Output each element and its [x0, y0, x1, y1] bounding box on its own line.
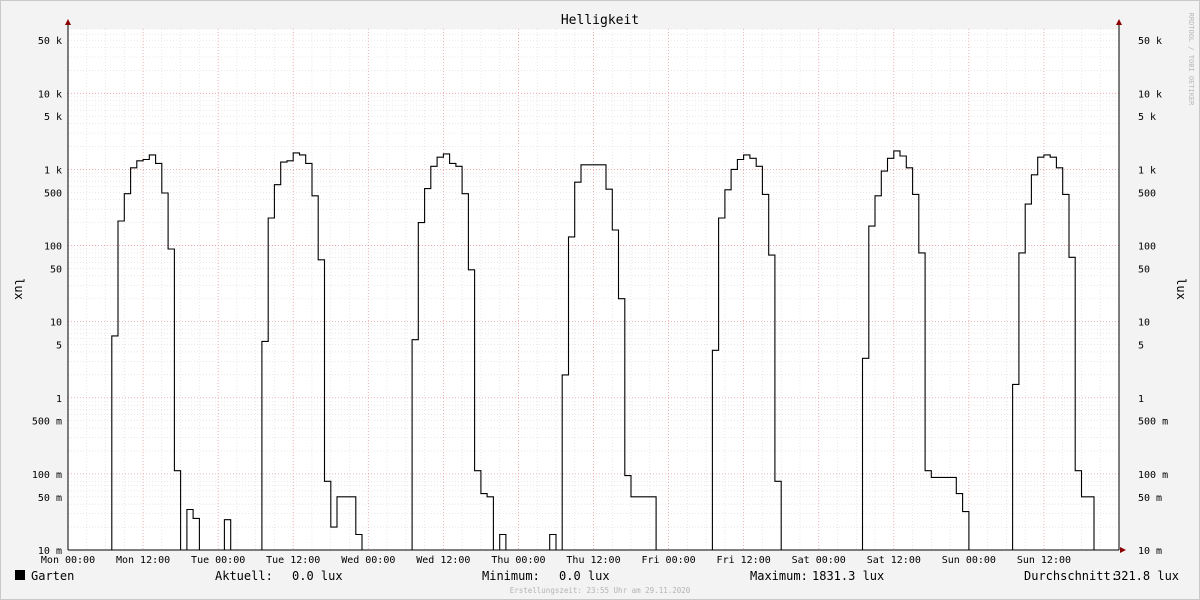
y-tick-label: 10: [1138, 318, 1150, 329]
x-tick-labels: Mon 00:00 Mon 12:00 Tue 00:00 Tue 12:00 Wed …: [41, 555, 1071, 566]
y-tick-labels-left: 10 m50 m100 m500 m1510501005001 k5 k10 k…: [32, 36, 62, 557]
y-tick-label: 10 k: [38, 89, 62, 100]
y-tick-label: 5 k: [1138, 112, 1156, 123]
legend-avg-label: Durchschnitt:: [1024, 569, 1118, 583]
x-tick-label: Thu 00:00: [491, 555, 545, 566]
legend-min-value: 0.0 lux: [559, 569, 610, 583]
legend-series-name: Garten: [31, 569, 74, 583]
y-tick-label: 100: [44, 242, 62, 253]
x-tick-label: Fri 12:00: [717, 555, 771, 566]
y-tick-label: 5: [1138, 341, 1144, 352]
legend-current-label: Aktuell:: [215, 569, 273, 583]
y-tick-label: 50: [50, 264, 62, 275]
x-tick-label: Sat 12:00: [867, 555, 921, 566]
x-tick-label: Tue 12:00: [266, 555, 320, 566]
legend-max-value: 1831.3 lux: [812, 569, 884, 583]
legend-swatch: [15, 570, 25, 580]
y-tick-label: 100: [1138, 242, 1156, 253]
x-tick-label: Thu 12:00: [566, 555, 620, 566]
y-tick-label: 1: [1138, 394, 1144, 405]
y-tick-label: 500: [1138, 188, 1156, 199]
y-tick-label: 10: [50, 318, 62, 329]
chart-canvas: 10 m 50 m 100 m 500 m 1 5 10 50 100 500 1 k 5 k 10 k…: [12, 13, 1195, 595]
x-tick-label: Wed 12:00: [416, 555, 470, 566]
legend-min-label: Minimum:: [482, 569, 540, 583]
y-tick-label: 500 m: [32, 417, 62, 428]
x-tick-label: Sun 00:00: [942, 555, 996, 566]
y-tick-label: 50 k: [38, 36, 62, 47]
y-axis-label-left: lux: [12, 278, 26, 300]
y-tick-label: 5: [56, 341, 62, 352]
x-tick-label: Tue 00:00: [191, 555, 245, 566]
y-tick-label: 100 m: [1138, 470, 1168, 481]
legend-current-value: 0.0 lux: [292, 569, 343, 583]
watermark: RRDTOOL / TOBI OETIKER: [1187, 13, 1195, 107]
y-tick-label: 5 k: [44, 112, 62, 123]
y-tick-label: 100 m: [32, 470, 62, 481]
x-tick-label: Mon 12:00: [116, 555, 170, 566]
y-tick-label: 1 k: [1138, 165, 1156, 176]
y-tick-label: 50 m: [38, 493, 62, 504]
y-axis-arrow-left: [65, 19, 71, 25]
y-tick-label: 10 m: [1138, 546, 1162, 557]
y-tick-label: 10 k: [1138, 89, 1162, 100]
y-tick-label: 1 k: [44, 165, 62, 176]
legend-max-label: Maximum:: [750, 569, 808, 583]
x-tick-label: Wed 00:00: [341, 555, 395, 566]
y-axis-arrow-right: [1116, 19, 1122, 25]
x-tick-label: Sun 12:00: [1017, 555, 1071, 566]
y-tick-label: 50 m: [1138, 493, 1162, 504]
chart-frame: 10 m 50 m 100 m 500 m 1 5 10 50 100 500 1 k 5 k 10 k…: [0, 0, 1200, 600]
x-tick-label: Fri 00:00: [641, 555, 695, 566]
x-tick-label: Mon 00:00: [41, 555, 95, 566]
y-tick-labels-right: 10 m 50 m 100 m 500 m 1 5 10 50 100 500 1 k 5 k 10 k…: [1138, 36, 1168, 557]
x-axis-arrow: [1120, 547, 1126, 553]
y-tick-label: 500 m: [1138, 417, 1168, 428]
y-axis-label-right: lux: [1174, 278, 1188, 300]
y-tick-label: 50 k: [1138, 36, 1162, 47]
y-tick-label: 500: [44, 188, 62, 199]
legend-avg-value: 321.8 lux: [1114, 569, 1179, 583]
y-tick-label: 1: [56, 394, 62, 405]
footer-timestamp: Erstellungszeit: 23:55 Uhr am 29.11.2020: [510, 586, 691, 595]
chart-title: Helligkeit: [561, 13, 639, 28]
y-tick-label: 50: [1138, 264, 1150, 275]
x-tick-label: Sat 00:00: [792, 555, 846, 566]
